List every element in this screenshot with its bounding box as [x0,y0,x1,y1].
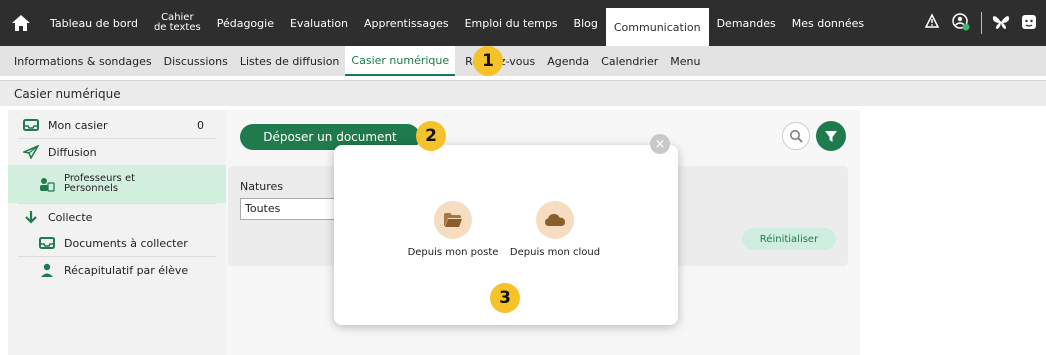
option-depuis-mon-poste[interactable]: Depuis mon poste [398,201,508,258]
step-badge-1: 1 [473,46,503,76]
user-status-icon[interactable] [951,12,971,35]
inbox-icon [22,118,40,132]
cloud-icon [536,201,574,239]
subnav-discussions[interactable]: Discussions [158,46,234,76]
butterfly-icon[interactable] [992,14,1010,33]
nav-pedagogie[interactable]: Pédagogie [209,0,282,46]
staff-icon [38,176,56,192]
folder-icon [434,201,472,239]
sidebar: Mon casier 0 Diffusion Professeurs et Pe… [8,110,226,355]
face-icon[interactable] [1020,13,1038,34]
sub-navigation: Informations & sondages Discussions List… [0,46,1046,76]
sidebar-item-label: Documents à collecter [64,236,188,250]
sidebar-label-line2: Personnels [64,183,119,194]
nav-demandes[interactable]: Demandes [709,0,784,46]
nav-mes-donnees[interactable]: Mes données [784,0,872,46]
search-icon[interactable] [782,122,810,150]
reset-button[interactable]: Réinitialiser [742,228,836,250]
option-label: Depuis mon poste [407,247,499,258]
arrow-down-icon [22,210,40,224]
sidebar-item-documents-a-collecter[interactable]: Documents à collecter [8,230,226,256]
step-badge-2: 2 [416,121,446,151]
top-navigation: Tableau de bord Cahier de textes Pédagog… [0,0,1046,46]
sidebar-item-professeurs-personnels[interactable]: Professeurs et Personnels [8,165,226,203]
home-icon[interactable] [0,0,42,46]
subnav-listes-de-diffusion[interactable]: Listes de diffusion [234,46,346,76]
sidebar-item-label: Professeurs et Personnels [64,174,135,194]
natures-label: Natures [240,180,284,193]
subnav-agenda[interactable]: Agenda [541,46,595,76]
sidebar-item-mon-casier[interactable]: Mon casier 0 [8,112,226,138]
option-depuis-mon-cloud[interactable]: Depuis mon cloud [500,201,610,258]
natures-select[interactable]: Toutes [240,198,340,220]
page-title: Casier numérique [0,80,1046,106]
subnav-menu[interactable]: Menu [664,46,706,76]
nav-cahier-de-textes[interactable]: Cahier de textes [146,0,209,46]
nav-cahier-line2: de textes [153,22,201,33]
subnav-informations-sondages[interactable]: Informations & sondages [8,46,158,76]
send-icon [22,145,40,159]
sidebar-item-label: Collecte [48,210,93,224]
step-badge-3: 3 [490,283,520,313]
count-badge: 0 [197,118,204,132]
close-icon[interactable]: × [650,134,670,154]
inbox-icon [38,236,56,250]
nav-blog[interactable]: Blog [566,0,606,46]
option-label: Depuis mon cloud [509,247,601,258]
alert-icon[interactable] [923,12,941,34]
top-right-icons [923,0,1038,46]
sidebar-item-label: Récapitulatif par élève [64,263,189,277]
nav-evaluation[interactable]: Evaluation [282,0,356,46]
nav-apprentissages[interactable]: Apprentissages [356,0,457,46]
student-icon [38,262,56,278]
sidebar-item-label: Diffusion [48,145,97,159]
subnav-casier-numerique[interactable]: Casier numérique [345,46,456,76]
nav-emploi-du-temps[interactable]: Emploi du temps [457,0,566,46]
nav-tableau-de-bord[interactable]: Tableau de bord [42,0,146,46]
sidebar-item-collecte[interactable]: Collecte [8,204,226,230]
subnav-calendrier[interactable]: Calendrier [595,46,664,76]
filter-icon[interactable] [816,121,846,151]
sidebar-item-recapitulatif[interactable]: Récapitulatif par élève [8,257,226,283]
sidebar-item-diffusion[interactable]: Diffusion [8,139,226,165]
sidebar-item-label: Mon casier [48,118,108,132]
nav-communication[interactable]: Communication [605,8,709,46]
divider [981,12,982,34]
